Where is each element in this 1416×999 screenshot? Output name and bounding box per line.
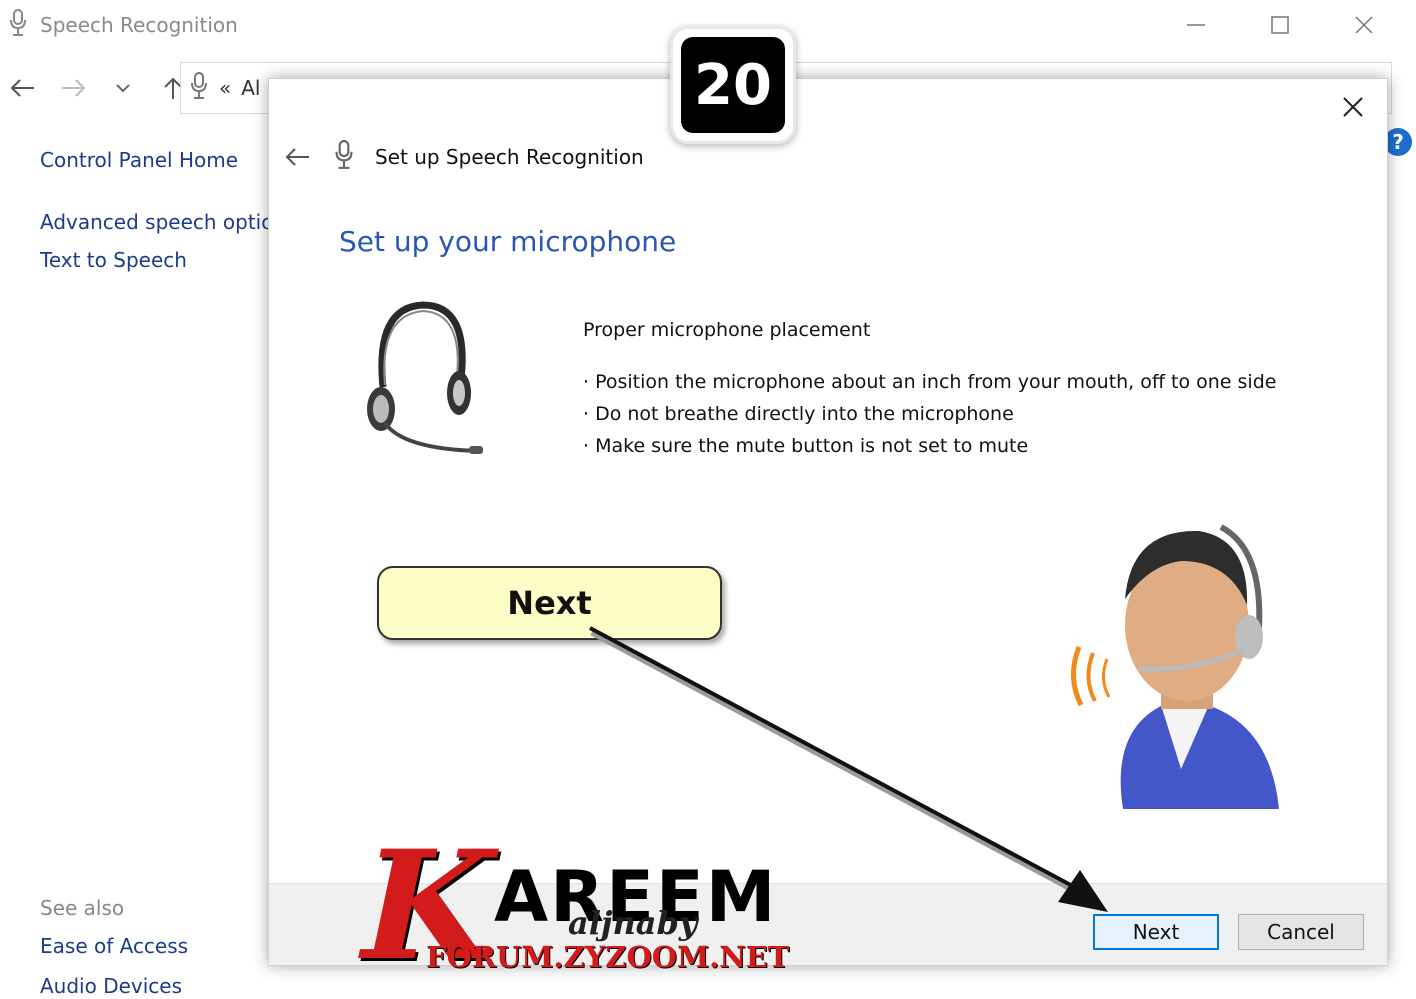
watermark-logo: K AREEM aljnaby FORUM.ZYZOOM.NET: [343, 818, 832, 994]
close-icon: [1343, 97, 1363, 117]
sidebar: Control Panel Home Advanced speech optio…: [40, 148, 273, 286]
maximize-icon: [1271, 16, 1289, 34]
window-title: Speech Recognition: [40, 13, 238, 37]
microphone-icon: [333, 139, 355, 175]
address-microphone-icon: [189, 71, 209, 105]
step-number: 20: [681, 37, 785, 133]
dialog-back-button[interactable]: [283, 142, 313, 172]
page-heading: Set up your microphone: [339, 225, 677, 258]
help-button[interactable]: ?: [1384, 128, 1412, 156]
next-callout: Next: [377, 566, 722, 640]
placement-bullet: · Position the microphone about an inch …: [583, 371, 1277, 393]
page: Speech Recognition « Al Control Panel Ho…: [0, 0, 1416, 999]
close-button[interactable]: [1336, 6, 1392, 44]
arrow-right-icon: [62, 79, 86, 97]
sidebar-item-control-panel-home[interactable]: Control Panel Home: [40, 148, 273, 172]
see-also-section: See also Ease of Access Audio Devices: [40, 896, 188, 999]
window-titlebar: Speech Recognition: [8, 8, 238, 42]
minimize-icon: [1187, 24, 1205, 26]
dialog-title: Set up Speech Recognition: [375, 145, 644, 169]
minimize-button[interactable]: [1168, 6, 1224, 44]
logo-signature: aljnaby: [568, 904, 698, 942]
sidebar-item-text-to-speech[interactable]: Text to Speech: [40, 248, 273, 272]
chevron-down-icon: [116, 84, 130, 93]
step-number-badge: 20: [670, 26, 796, 144]
arrow-left-icon: [10, 79, 34, 97]
headset-icon: [367, 301, 483, 454]
address-text: Al: [241, 76, 261, 100]
dialog-close-button[interactable]: [1335, 89, 1371, 125]
see-also-label: See also: [40, 896, 125, 920]
arrow-left-icon: [285, 148, 309, 166]
see-also-audio-devices[interactable]: Audio Devices: [40, 974, 188, 998]
dialog-header: Set up Speech Recognition: [283, 139, 644, 175]
microphone-icon: [8, 8, 28, 42]
placement-bullet: · Make sure the mute button is not set t…: [583, 435, 1029, 457]
sidebar-item-advanced-speech-options[interactable]: Advanced speech optio: [40, 210, 273, 234]
maximize-button[interactable]: [1252, 6, 1308, 44]
placement-bullet: · Do not breathe directly into the micro…: [583, 403, 1014, 425]
recent-locations-button[interactable]: [106, 71, 140, 105]
placement-title: Proper microphone placement: [583, 319, 871, 341]
navigation-bar: [6, 64, 190, 112]
person-with-headset-illustration: [1071, 524, 1279, 809]
next-button[interactable]: Next: [1093, 914, 1219, 950]
cancel-button[interactable]: Cancel: [1238, 914, 1364, 950]
see-also-ease-of-access[interactable]: Ease of Access: [40, 934, 188, 958]
window-controls: [1168, 6, 1392, 44]
back-button[interactable]: [6, 71, 40, 105]
placement-instructions: Proper microphone placement · Position t…: [583, 319, 1276, 467]
help-icon: ?: [1392, 130, 1404, 154]
logo-site: FORUM.ZYZOOM.NET: [426, 940, 790, 974]
forward-button[interactable]: [56, 71, 90, 105]
close-icon: [1355, 16, 1373, 34]
address-overflow[interactable]: «: [219, 76, 231, 100]
